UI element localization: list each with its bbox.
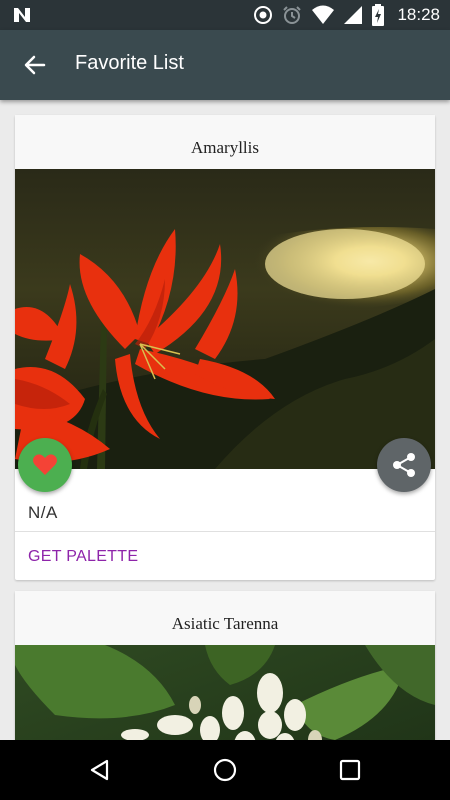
nav-back-button[interactable]	[85, 755, 115, 785]
amaryllis-image	[15, 169, 435, 469]
favorite-list[interactable]: Amaryllis N/A GET PALETTE Asiatic Tarenn…	[0, 100, 450, 740]
back-triangle-icon	[90, 759, 109, 781]
recents-square-icon	[339, 759, 361, 781]
share-button[interactable]	[377, 438, 431, 492]
page-title: Favorite List	[75, 52, 184, 74]
share-icon	[393, 453, 415, 477]
wifi-icon	[312, 5, 335, 24]
flower-photo[interactable]	[15, 169, 435, 469]
nav-home-button[interactable]	[210, 755, 240, 785]
arrow-left-icon	[24, 55, 46, 75]
data-saver-icon	[254, 6, 273, 24]
asiatic-tarenna-image	[15, 645, 435, 740]
signal-icon	[344, 6, 363, 24]
n-logo-icon	[14, 8, 30, 22]
home-circle-icon	[213, 758, 237, 782]
heart-icon	[33, 454, 57, 475]
flower-photo[interactable]	[15, 645, 435, 740]
card-divider	[15, 531, 435, 532]
favorite-button[interactable]	[18, 438, 72, 492]
app-bar: Favorite List	[0, 30, 450, 100]
flower-card[interactable]: Asiatic Tarenna	[15, 591, 435, 740]
get-palette-button[interactable]: GET PALETTE	[28, 548, 138, 566]
alarm-icon	[283, 6, 302, 24]
flower-name: Amaryllis	[15, 115, 435, 169]
system-nav-bar	[0, 740, 450, 800]
flower-detail-value: N/A	[28, 503, 58, 522]
flower-card[interactable]: Amaryllis N/A GET PALETTE	[15, 115, 435, 580]
status-time: 18:28	[397, 5, 440, 24]
back-button[interactable]	[18, 51, 52, 79]
nav-recents-button[interactable]	[335, 755, 365, 785]
status-bar: 18:28	[0, 0, 450, 30]
flower-name: Asiatic Tarenna	[15, 591, 435, 645]
battery-icon	[372, 4, 385, 26]
